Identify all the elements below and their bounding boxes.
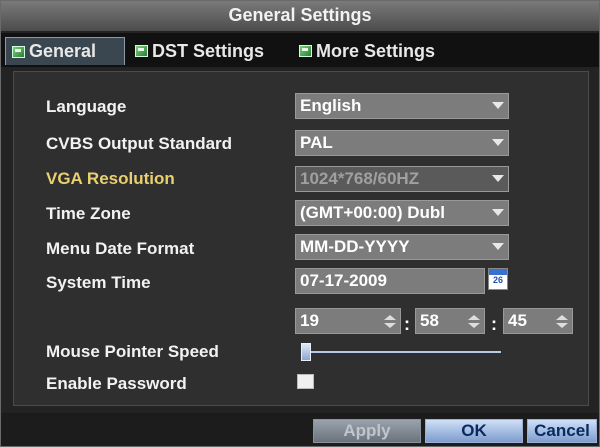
spin-arrows-icon[interactable]	[468, 315, 480, 329]
mouse-speed-slider-handle[interactable]	[301, 343, 311, 361]
dropdown-arrow-icon	[492, 139, 504, 146]
dropdown-arrow-icon	[492, 102, 504, 109]
enable-password-label: Enable Password	[46, 374, 187, 393]
hour-value: 19	[300, 311, 319, 330]
title-bar: General Settings	[1, 1, 599, 31]
settings-tab-icon	[299, 45, 312, 57]
language-value: English	[300, 96, 362, 115]
cvbs-select[interactable]: PAL	[295, 130, 509, 156]
vga-value: 1024*768/60HZ	[300, 169, 420, 188]
window-title: General Settings	[228, 5, 372, 25]
dropdown-arrow-icon	[492, 243, 504, 250]
spin-arrows-icon[interactable]	[384, 315, 396, 329]
enable-password-checkbox[interactable]	[297, 374, 314, 389]
mouse-speed-label: Mouse Pointer Speed	[46, 342, 219, 361]
hour-stepper[interactable]: 19	[295, 308, 401, 334]
calendar-icon[interactable]: 26	[488, 268, 508, 290]
dropdown-arrow-icon	[492, 175, 504, 182]
vga-label: VGA Resolution	[46, 169, 175, 188]
time-separator: :	[404, 314, 410, 334]
second-value: 45	[508, 311, 527, 330]
general-settings-window: General Settings General DST Settings Mo…	[0, 0, 600, 447]
date-format-value: MM-DD-YYYY	[300, 237, 410, 256]
system-time-label: System Time	[46, 273, 151, 292]
timezone-label: Time Zone	[46, 204, 131, 223]
timezone-select[interactable]: (GMT+00:00) Dubl	[295, 200, 509, 226]
tab-dst-label: DST Settings	[152, 40, 265, 61]
dropdown-arrow-icon	[492, 209, 504, 216]
tab-dst-settings[interactable]: DST Settings	[129, 37, 289, 65]
mouse-speed-slider-track[interactable]	[301, 351, 501, 353]
date-format-label: Menu Date Format	[46, 239, 195, 258]
vga-select[interactable]: 1024*768/60HZ	[295, 166, 509, 192]
tab-more-settings[interactable]: More Settings	[293, 37, 465, 65]
ok-button[interactable]: OK	[425, 419, 523, 443]
settings-tab-icon	[135, 45, 148, 57]
cancel-button[interactable]: Cancel	[527, 419, 597, 443]
tab-general[interactable]: General	[5, 37, 125, 65]
tab-bar: General DST Settings More Settings	[1, 33, 599, 67]
language-label: Language	[46, 97, 127, 116]
spin-arrows-icon[interactable]	[556, 315, 568, 329]
second-stepper[interactable]: 45	[503, 308, 573, 334]
system-date-field[interactable]: 07-17-2009	[295, 268, 485, 294]
minute-stepper[interactable]: 58	[415, 308, 485, 334]
tab-more-label: More Settings	[316, 40, 436, 61]
language-select[interactable]: English	[295, 93, 509, 119]
apply-button[interactable]: Apply	[313, 419, 421, 443]
time-separator: :	[491, 314, 497, 334]
cvbs-value: PAL	[300, 133, 333, 152]
date-format-select[interactable]: MM-DD-YYYY	[295, 234, 509, 260]
cvbs-label: CVBS Output Standard	[46, 134, 233, 153]
minute-value: 58	[420, 311, 439, 330]
tab-general-label: General	[29, 41, 97, 61]
settings-tab-icon	[12, 45, 25, 58]
timezone-value: (GMT+00:00) Dubl	[300, 203, 445, 222]
